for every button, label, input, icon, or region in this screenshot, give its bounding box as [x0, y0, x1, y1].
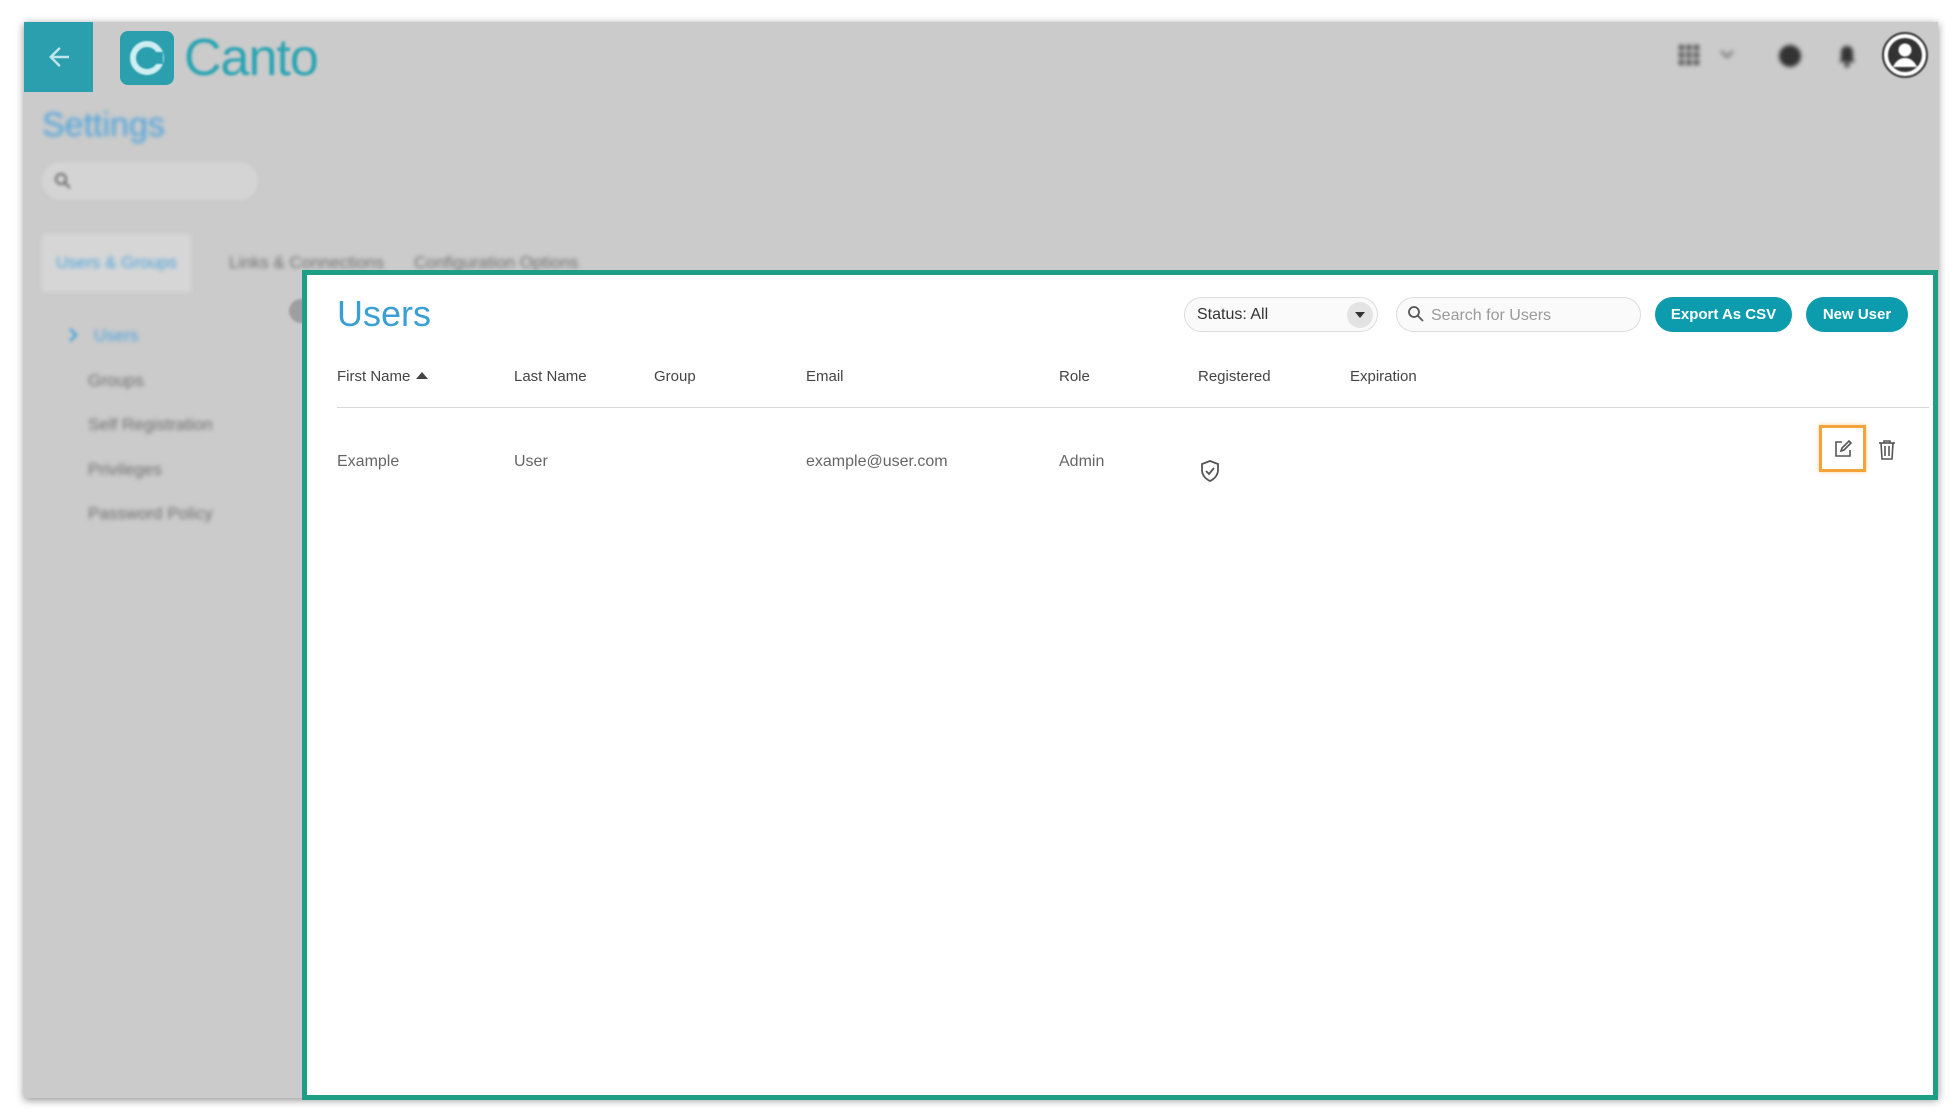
cell-last-name: User — [514, 453, 548, 470]
apps-grid-icon[interactable] — [1678, 44, 1700, 66]
table-row[interactable]: Example User example@user.com Admin — [337, 433, 1929, 491]
column-header-label: First Name — [337, 368, 411, 385]
column-header-expiration[interactable]: Expiration — [1350, 365, 1417, 389]
panel-title: Users — [337, 293, 432, 334]
sidebar-item-privileges[interactable]: Privileges — [88, 460, 162, 480]
chevron-right-icon — [69, 328, 78, 342]
arrow-left-icon — [48, 47, 69, 67]
back-button[interactable] — [24, 22, 93, 92]
status-filter-select[interactable]: Status: All — [1184, 297, 1378, 332]
search-icon — [55, 173, 71, 189]
export-csv-button[interactable]: Export As CSV — [1655, 297, 1792, 332]
column-header-registered[interactable]: Registered — [1198, 365, 1271, 389]
search-icon — [1408, 306, 1424, 322]
sidebar-item-users[interactable]: Users — [94, 326, 138, 346]
column-header-group[interactable]: Group — [654, 365, 696, 389]
users-panel: Users Status: All Export As CSV New User… — [302, 270, 1938, 1100]
table-header: First Name Last Name Group Email Role Re… — [337, 365, 1929, 408]
account-avatar-icon[interactable] — [1882, 32, 1928, 78]
canto-logo-mark — [120, 30, 174, 85]
tab-users-groups[interactable]: Users & Groups — [42, 234, 191, 292]
cell-first-name: Example — [337, 453, 400, 470]
chevron-down-icon[interactable] — [1720, 50, 1734, 60]
edit-icon — [1834, 439, 1852, 457]
help-icon[interactable] — [1778, 44, 1802, 68]
sidebar-item-self-registration[interactable]: Self Registration — [88, 415, 213, 435]
user-search-input[interactable] — [1429, 298, 1633, 333]
sort-ascending-icon — [416, 372, 429, 379]
shield-check-icon — [1201, 460, 1219, 482]
column-header-first-name[interactable]: First Name — [337, 365, 429, 389]
cell-role: Admin — [1059, 453, 1105, 470]
page-title: Settings — [42, 106, 165, 144]
sidebar-item-groups[interactable]: Groups — [88, 371, 144, 391]
column-header-last-name[interactable]: Last Name — [514, 365, 587, 389]
cell-registered — [1198, 450, 1222, 508]
user-search-field[interactable] — [1396, 297, 1641, 333]
column-header-role[interactable]: Role — [1059, 365, 1090, 389]
column-header-email[interactable]: Email — [806, 365, 844, 389]
brand-name: Canto — [184, 28, 319, 87]
trash-icon — [1879, 440, 1895, 460]
dropdown-caret-icon — [1347, 302, 1373, 328]
status-filter-value: Status: All — [1197, 306, 1269, 323]
delete-user-button[interactable] — [1878, 440, 1896, 460]
edit-user-button[interactable] — [1819, 425, 1866, 472]
cell-email: example@user.com — [806, 453, 948, 470]
top-bar: Canto — [24, 22, 1938, 92]
sidebar-item-password-policy[interactable]: Password Policy — [88, 504, 213, 524]
canto-logo: Canto — [120, 28, 319, 87]
settings-search-input[interactable] — [42, 162, 258, 200]
new-user-button[interactable]: New User — [1806, 297, 1908, 332]
bell-icon[interactable] — [1836, 44, 1858, 68]
